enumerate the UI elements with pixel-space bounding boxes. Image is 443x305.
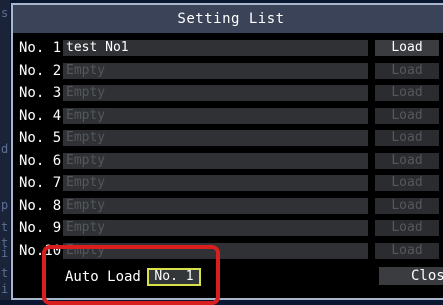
setting-row-9: No. 9 Empty Load — [19, 218, 443, 238]
setting-name-field[interactable]: Empty — [63, 175, 368, 191]
load-button[interactable]: Load — [375, 63, 439, 79]
load-button[interactable]: Load — [375, 85, 439, 101]
background-text: p — [1, 198, 9, 212]
setting-name-field[interactable]: Empty — [63, 85, 368, 101]
setting-row-2: No. 2 Empty Load — [19, 61, 443, 81]
setting-name-field[interactable]: Empty — [63, 130, 368, 146]
background-text: i — [1, 246, 9, 260]
load-button[interactable]: Load — [375, 243, 439, 259]
load-button[interactable]: Load — [375, 153, 439, 169]
row-number: No. 9 — [19, 220, 62, 236]
setting-name-field[interactable]: Empty — [63, 63, 368, 79]
load-button[interactable]: Load — [375, 130, 439, 146]
background-text: t — [1, 266, 9, 280]
dialog-title: Setting List — [13, 5, 443, 33]
setting-row-1: No. 1 test No1 Load — [19, 38, 443, 58]
setting-row-7: No. 7 Empty Load — [19, 173, 443, 193]
row-number: No. 6 — [19, 153, 62, 169]
load-button[interactable]: Load — [375, 108, 439, 124]
close-button[interactable]: Close — [379, 267, 443, 285]
setting-row-5: No. 5 Empty Load — [19, 128, 443, 148]
setting-name-field[interactable]: Empty — [63, 153, 368, 169]
background-text: d — [1, 142, 9, 156]
highlight-annotation — [42, 245, 220, 305]
setting-row-6: No. 6 Empty Load — [19, 151, 443, 171]
setting-row-4: No. 4 Empty Load — [19, 106, 443, 126]
setting-name-field[interactable]: Empty — [63, 220, 368, 236]
row-number: No. 8 — [19, 198, 62, 214]
row-number: No. 3 — [19, 85, 62, 101]
row-number: No. 4 — [19, 108, 62, 124]
row-number: No. 5 — [19, 130, 62, 146]
load-button[interactable]: Load — [375, 220, 439, 236]
setting-row-3: No. 3 Empty Load — [19, 83, 443, 103]
row-number: No. 1 — [19, 40, 62, 56]
setting-name-field[interactable]: test No1 — [63, 40, 368, 56]
setting-name-field[interactable]: Empty — [63, 198, 368, 214]
setting-name-field[interactable]: Empty — [63, 108, 368, 124]
row-number: No. 7 — [19, 175, 62, 191]
background-text: i — [1, 282, 9, 296]
load-button[interactable]: Load — [375, 40, 439, 56]
background-window-strip: s d p t t i t i — [0, 0, 10, 300]
load-button[interactable]: Load — [375, 175, 439, 191]
setting-row-8: No. 8 Empty Load — [19, 196, 443, 216]
background-text: t — [1, 220, 9, 234]
row-number: No. 2 — [19, 63, 62, 79]
load-button[interactable]: Load — [375, 198, 439, 214]
background-text: s — [1, 6, 9, 20]
